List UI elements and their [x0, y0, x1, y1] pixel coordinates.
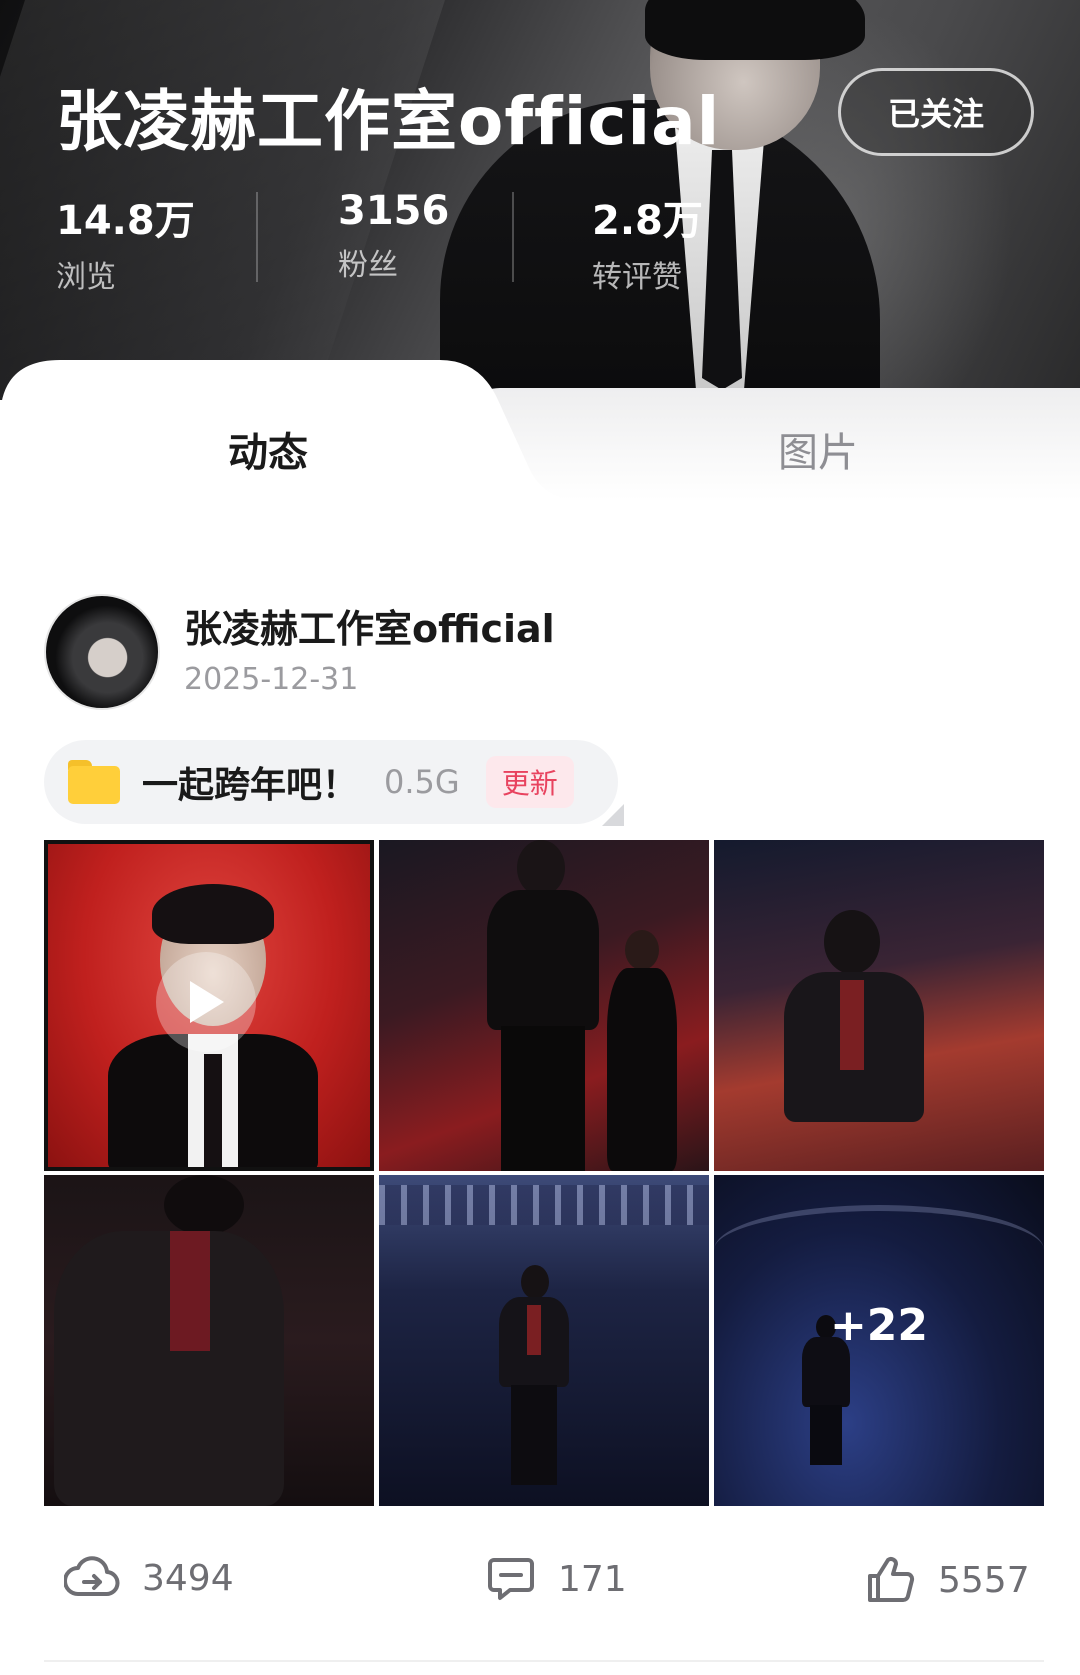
comment-button[interactable]: 171	[486, 1554, 627, 1604]
chip-corner	[602, 804, 624, 826]
post-date: 2025-12-31	[184, 662, 359, 697]
stat-views-label: 浏览	[56, 260, 116, 295]
stat-divider	[512, 192, 514, 282]
photo-video-thumbnail[interactable]	[44, 840, 374, 1171]
more-photos-count: +22	[829, 1300, 929, 1351]
divider	[44, 1660, 1044, 1662]
like-count: 5557	[938, 1559, 1030, 1601]
post-author[interactable]: 张凌赫工作室official	[184, 598, 555, 653]
stat-engagement-value: 2.8万	[592, 198, 703, 244]
cloud-share-icon	[64, 1556, 120, 1596]
stat-engagement[interactable]: 2.8万 转评赞	[592, 188, 703, 296]
comment-icon	[488, 1558, 534, 1600]
tab-posts[interactable]: 动态	[228, 420, 308, 478]
play-icon[interactable]	[156, 952, 256, 1052]
folder-title: 一起跨年吧！	[142, 765, 359, 806]
stat-fans-value: 3156	[338, 188, 450, 234]
stat-views-value: 14.8万	[56, 198, 195, 244]
stat-engagement-label: 转评赞	[592, 260, 682, 295]
folder-chip[interactable]: 一起跨年吧！ 0.5G 更新	[44, 740, 624, 826]
update-badge: 更新	[485, 756, 574, 808]
header-photo	[430, 0, 990, 400]
photo-thumbnail[interactable]	[379, 1175, 709, 1506]
tab-background	[460, 388, 1080, 500]
content-tabs: 动态 图片	[0, 360, 1080, 500]
thumbs-up-icon	[868, 1557, 915, 1602]
share-button[interactable]: 3494	[64, 1554, 234, 1602]
share-count: 3494	[142, 1557, 234, 1599]
photo-thumbnail[interactable]	[714, 840, 1044, 1171]
following-button[interactable]: 已关注	[838, 68, 1034, 156]
photo-thumbnail[interactable]: +22	[714, 1175, 1044, 1506]
tab-photos[interactable]: 图片	[778, 420, 858, 478]
like-button[interactable]: 5557	[864, 1554, 1030, 1606]
stat-fans-label: 粉丝	[338, 248, 398, 283]
photo-thumbnail[interactable]	[44, 1175, 374, 1506]
photo-grid: +22	[44, 840, 1044, 1506]
folder-icon	[68, 760, 120, 804]
post-actions: 3494 171 5557	[0, 1540, 1080, 1630]
comment-count: 171	[558, 1558, 627, 1600]
profile-header: 张凌赫工作室official 已关注 14.8万 浏览 3156 粉丝 2.8万…	[0, 0, 1080, 400]
folder-size: 0.5G	[384, 763, 460, 801]
stat-fans[interactable]: 3156 粉丝	[338, 188, 449, 284]
photo-thumbnail[interactable]	[379, 840, 709, 1171]
stat-divider	[256, 192, 258, 282]
profile-name: 张凌赫工作室official	[56, 83, 721, 160]
avatar[interactable]	[44, 594, 160, 710]
stat-views[interactable]: 14.8万 浏览	[56, 188, 195, 296]
